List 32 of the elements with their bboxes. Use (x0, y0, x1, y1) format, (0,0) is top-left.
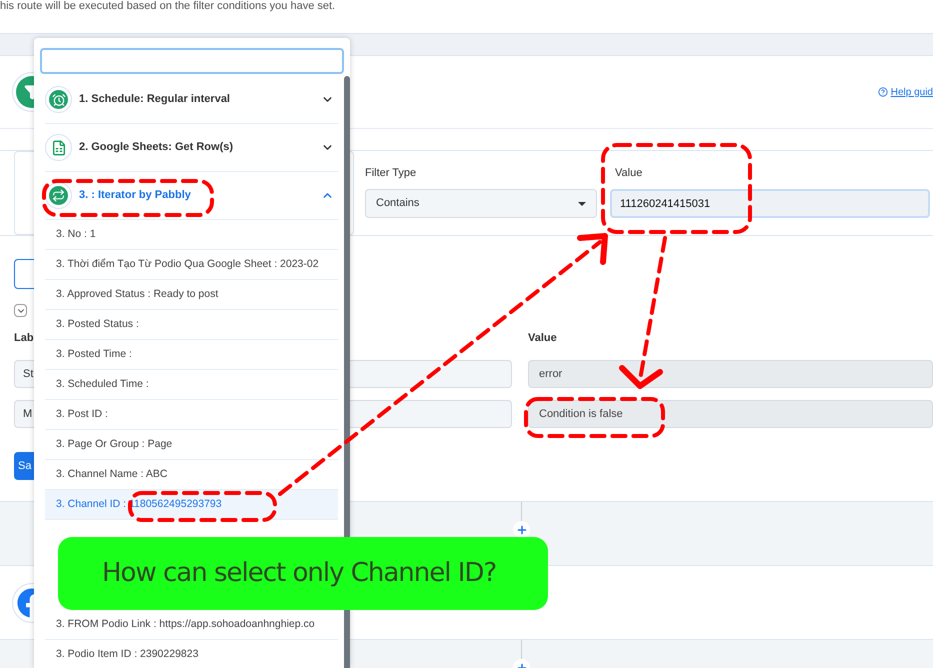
value-input[interactable]: 111260241415031 (610, 189, 930, 218)
value-column-header: Value (528, 332, 557, 345)
caret-icon (578, 202, 586, 206)
help-icon (878, 87, 888, 97)
field-option[interactable]: 3. Thời điểm Tạo Từ Podio Qua Google Sheet : 2023-02 (45, 250, 338, 280)
field-option[interactable]: 3. Page Or Group : Page (45, 430, 338, 460)
repeat-icon (52, 189, 65, 202)
search-input[interactable] (40, 48, 344, 74)
field-option[interactable]: 3. Posted Time : (45, 340, 338, 370)
field-option[interactable]: 3. No : 1 (45, 220, 338, 250)
value-label: Value (615, 167, 644, 180)
filter-type-select[interactable]: Contains (365, 189, 597, 218)
app-section-header[interactable]: 1. Schedule: Regular interval (45, 76, 338, 124)
callout-text: How can select only Channel ID? (102, 557, 496, 590)
field-option[interactable]: 3. Scheduled Time : (45, 370, 338, 400)
filter-type-label: Filter Type (365, 167, 418, 180)
spreadsheet-icon (50, 140, 66, 156)
field-option[interactable]: 3. Podio Item ID : 2390229823 (45, 640, 338, 668)
add-step-button[interactable] (513, 521, 530, 538)
field-option[interactable]: 3. Posted Status : (45, 310, 338, 340)
save-button[interactable]: Sa (14, 452, 34, 480)
value-field[interactable]: Condition is false (528, 400, 933, 428)
filter-description: his route will be executed based on the filter conditions you have set. (0, 0, 336, 12)
label-column-header: Lab (14, 332, 35, 345)
app-section-header[interactable]: 2. Google Sheets: Get Row(s) (45, 124, 338, 172)
plus-icon (516, 524, 528, 536)
field-option[interactable]: 3. Post ID : (45, 400, 338, 430)
collapse-toggle[interactable] (14, 304, 27, 317)
help-guide-link[interactable]: Help guid (878, 84, 933, 100)
alarm-clock-icon (52, 92, 66, 106)
value-field[interactable]: error (528, 360, 933, 388)
field-option[interactable]: 3. Approved Status : Ready to post (45, 280, 338, 310)
